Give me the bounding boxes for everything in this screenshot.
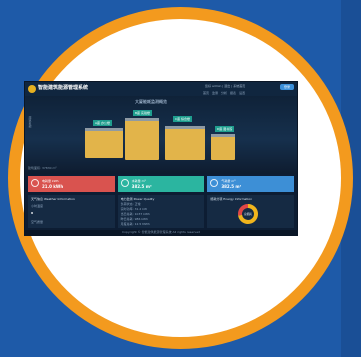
toolbar-item[interactable]: 设置 [239,91,245,95]
card-label: 水耗量 m³ [131,179,146,183]
card-label: 气耗量 m³ [221,179,236,183]
building-label[interactable]: A座 办公楼 [93,120,113,126]
building-roof [211,134,235,137]
building-shape [211,136,235,160]
toolbar-item[interactable]: 首页 [203,91,209,95]
panel-row: 实时功率: 31.2 kW [120,207,147,211]
building-label[interactable]: C座 综合楼 [173,116,193,122]
logo-icon [28,85,36,93]
dashboard-screenshot: 智能建筑能源管理系统 您好 admin | 退出 | 系统首页 登录 首页 监测… [25,82,297,235]
donut-center-label: 总能耗 [244,212,252,216]
chart-icon [210,179,219,187]
panel-title: 能耗分项 Energy Information [210,197,253,201]
power-panel: 电力监测 Power Quality 负荷状态: 正常 实时功率: 31.2 k… [117,195,205,228]
panel-title: 电力监测 Power Quality [120,197,155,201]
building-label[interactable]: B座 实验楼 [133,110,153,116]
building-label[interactable]: D座 图书馆 [215,126,235,132]
panel-row: 负荷状态: 正常 [120,202,141,206]
card-value: 21.0 kWh [42,184,64,189]
panel-title: 天气信息 Weather Information [31,197,75,201]
panel-row: 昨日总耗: 986 kWh [120,217,148,221]
top-bar: 智能建筑能源管理系统 您好 admin | 退出 | 系统首页 登录 [25,82,297,96]
toolbar-item[interactable]: 报表 [230,91,236,95]
building-hero: 大厦能耗监测概览 建筑名称 建筑面积: 37830 m² A座 办公楼 B座 实… [25,96,297,174]
building-roof [125,118,159,121]
building-shape [85,130,123,158]
panel-row: 小时温度 [31,204,44,208]
panel-row: 当日总耗: 1037 kWh [120,212,150,216]
meter-icon [120,179,129,187]
card-value: 382.5 m³ [221,184,242,189]
panel-row: 空气质量 [31,220,44,224]
weather-panel: 天气信息 Weather Information 小时温度 8 空气质量 [28,195,115,228]
toolbar: 首页 监测 分析 报表 设置 [203,91,245,95]
stat-card-gas[interactable]: 气耗量 m³ 382.5 m³ [207,176,295,192]
hero-footer-text: 建筑面积: 37830 m² [28,166,57,170]
energy-panel: 能耗分项 Energy Information 总能耗 [207,195,295,228]
footer: Copyright © 智能建筑能源管理系统 All rights reserv… [25,230,297,235]
card-value: 382.5 m³ [131,184,152,189]
toolbar-item[interactable]: 分析 [221,91,227,95]
panel-row: 8 [31,211,34,215]
clock-icon [31,179,39,187]
hero-side-text: 建筑名称 [28,116,32,128]
stat-card-water[interactable]: 水耗量 m³ 382.5 m³ [117,176,205,192]
building-roof [165,126,205,129]
card-label: 电耗量 kWh [42,179,59,183]
hero-title: 大厦能耗监测概览 [135,99,167,104]
building-roof [85,128,123,131]
stat-card-electricity[interactable]: 电耗量 kWh 21.0 kWh [28,176,115,192]
panel-row: 月度总耗: 12.5 MWh [120,222,150,226]
building-shape [125,120,159,160]
building-shape [165,128,205,160]
toolbar-item[interactable]: 监测 [212,91,218,95]
app-title: 智能建筑能源管理系统 [38,85,89,91]
user-info[interactable]: 您好 admin | 退出 | 系统首页 [205,84,245,88]
energy-donut-chart: 总能耗 [238,204,259,224]
stat-cards: 电耗量 kWh 21.0 kWh 水耗量 m³ 382.5 m³ 气耗量 m³ … [28,176,295,192]
login-button[interactable]: 登录 [280,84,294,90]
info-panels: 天气信息 Weather Information 小时温度 8 空气质量 电力监… [28,195,295,228]
